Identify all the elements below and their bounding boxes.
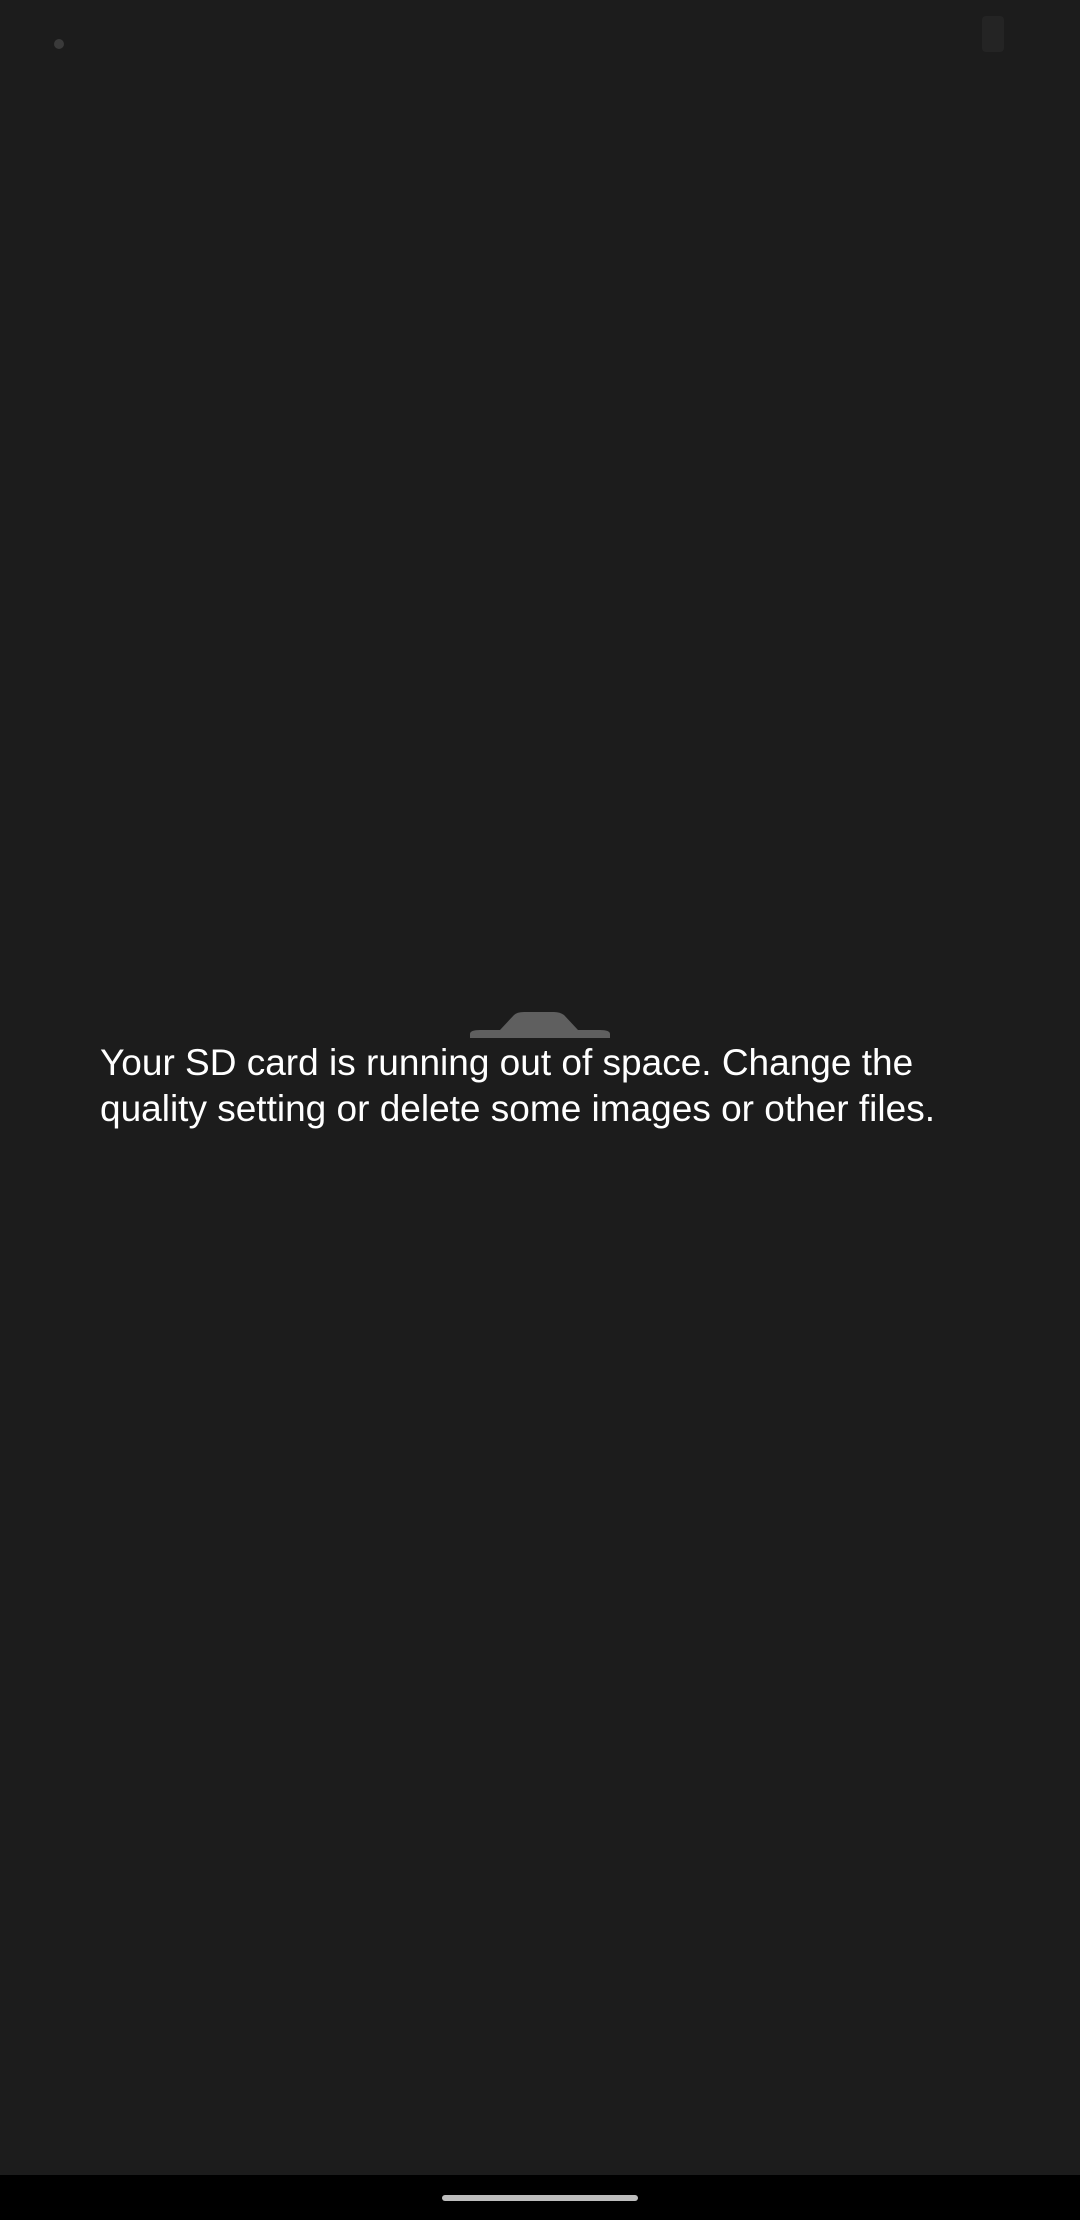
camera-screen: Your SD card is running out of space. Ch…: [0, 0, 1080, 2175]
storage-warning-message: Your SD card is running out of space. Ch…: [100, 1042, 935, 1129]
notification-dot-icon: [54, 39, 64, 49]
navigation-bar: [0, 2175, 1080, 2220]
battery-icon: [982, 16, 1004, 52]
camera-icon: [470, 1012, 610, 1038]
home-gesture-handle[interactable]: [442, 2195, 638, 2201]
